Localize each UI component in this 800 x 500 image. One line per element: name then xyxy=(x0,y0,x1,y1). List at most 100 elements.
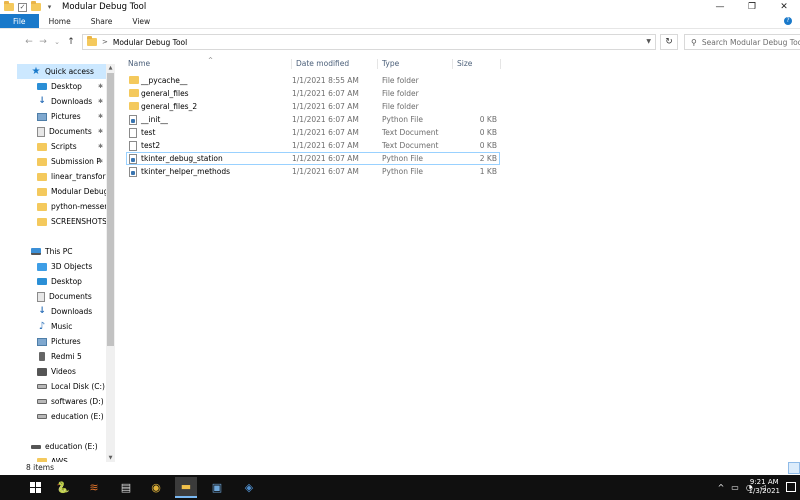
sidebar-item-redmi-5[interactable]: Redmi 5 xyxy=(17,349,115,364)
breadcrumb-current[interactable]: Modular Debug Tool xyxy=(113,38,187,47)
help-icon[interactable]: ? xyxy=(784,17,792,25)
scroll-down-arrow[interactable]: ▼ xyxy=(106,455,115,461)
sidebar-item-documents[interactable]: Documents xyxy=(17,289,115,304)
python-file-icon xyxy=(129,115,137,125)
file-row[interactable]: general_files 1/1/2021 6:07 AM File folder xyxy=(126,87,500,100)
sidebar-item-music[interactable]: ♪ Music xyxy=(17,319,115,334)
sidebar-item-aws[interactable]: AWS xyxy=(17,454,115,462)
desktop-icon xyxy=(37,278,47,285)
back-button[interactable]: ← xyxy=(22,37,36,47)
sidebar-item-education-e[interactable]: education (E:) xyxy=(17,439,115,454)
show-hidden-icons-chevron-icon[interactable]: ^ xyxy=(718,483,725,492)
maximize-button[interactable]: ❐ xyxy=(736,0,768,14)
file-name: general_files_2 xyxy=(141,102,198,111)
status-bar: 8 items xyxy=(0,462,800,474)
taskbar-photos-icon[interactable]: ▣ xyxy=(206,477,228,498)
sidebar-item-label: Pictures xyxy=(51,337,81,346)
sidebar-item-python-messeng[interactable]: python-messeng xyxy=(17,199,115,214)
sidebar-item-screenshots[interactable]: SCREENSHOTS xyxy=(17,214,115,229)
download-icon: ↓ xyxy=(38,306,46,316)
taskbar-pycharm-icon[interactable]: ≋ xyxy=(83,477,105,498)
folder-icon xyxy=(37,172,47,181)
chevron-down-icon[interactable]: ▼ xyxy=(646,38,651,45)
file-name: test2 xyxy=(141,141,161,150)
sidebar-item-3d-objects[interactable]: 3D Objects xyxy=(17,259,115,274)
documents-icon xyxy=(37,291,45,302)
sidebar-item-submission-p[interactable]: Submission P ✱ xyxy=(17,154,115,169)
taskbar-file-explorer-icon[interactable]: ▬ xyxy=(175,477,197,498)
sidebar-item-desktop[interactable]: Desktop xyxy=(17,274,115,289)
clock[interactable]: 9:21 AM 1/3/2021 xyxy=(749,478,780,496)
sidebar-scrollbar[interactable]: ▲ ▼ xyxy=(106,64,115,462)
sidebar-item-label: Redmi 5 xyxy=(51,352,82,361)
taskbar-word-document-icon[interactable]: ▤ xyxy=(115,477,137,498)
sidebar-item-pictures[interactable]: Pictures ✱ xyxy=(17,109,115,124)
sidebar-item-pictures[interactable]: Pictures xyxy=(17,334,115,349)
forward-button[interactable]: → xyxy=(36,37,50,47)
column-header-size[interactable]: Size xyxy=(452,59,472,69)
sidebar-item-downloads[interactable]: ↓ Downloads xyxy=(17,304,115,319)
properties-checkbox-icon[interactable]: ✓ xyxy=(18,2,27,12)
address-bar[interactable]: > Modular Debug Tool ▼ xyxy=(82,34,656,50)
sidebar-item-this-pc[interactable]: This PC xyxy=(17,244,115,259)
tab-file[interactable]: File xyxy=(0,14,39,28)
sidebar-item-linear-transform[interactable]: linear_transform xyxy=(17,169,115,184)
disk-icon xyxy=(37,399,47,404)
start-button[interactable] xyxy=(24,477,46,499)
sidebar-item-label: Downloads xyxy=(51,97,93,106)
file-row[interactable]: tkinter_debug_station 1/1/2021 6:07 AM Pyt… xyxy=(126,152,500,165)
windows-logo-icon xyxy=(35,482,41,487)
column-header-name[interactable]: Name ^ xyxy=(128,57,213,69)
sidebar-item-quick-access[interactable]: ★ Quick access xyxy=(17,64,115,79)
tab-view[interactable]: View xyxy=(122,14,160,28)
sidebar-item-desktop[interactable]: Desktop ✱ xyxy=(17,79,115,94)
python-file-icon xyxy=(129,167,137,177)
folder-icon xyxy=(129,89,139,97)
new-folder-icon[interactable] xyxy=(31,1,41,11)
taskbar-python-app-icon[interactable]: ◈ xyxy=(238,477,260,498)
sidebar-item-modular-debug[interactable]: Modular Debug xyxy=(17,184,115,199)
scrollbar-thumb[interactable] xyxy=(107,73,114,346)
sidebar-item-documents[interactable]: Documents ✱ xyxy=(17,124,115,139)
file-row[interactable]: test 1/1/2021 6:07 AM Text Document 0 KB xyxy=(126,126,500,139)
recent-locations-button[interactable]: ⌄ xyxy=(50,38,64,46)
sidebar-item-label: Documents xyxy=(49,292,92,301)
details-view-button[interactable] xyxy=(788,462,800,474)
file-row[interactable]: test2 1/1/2021 6:07 AM Text Document 0 KB xyxy=(126,139,500,152)
scroll-up-arrow[interactable]: ▲ xyxy=(106,65,115,71)
pin-icon: ✱ xyxy=(97,83,103,90)
breadcrumb-separator[interactable]: > xyxy=(102,38,108,46)
file-row[interactable]: __pycache__ 1/1/2021 8:55 AM File folder xyxy=(126,74,500,87)
file-row[interactable]: tkinter_helper_methods 1/1/2021 6:07 AM Py… xyxy=(126,165,500,178)
file-type: File folder xyxy=(382,89,419,98)
pin-icon: ✱ xyxy=(97,113,103,120)
sidebar-item-education-e[interactable]: education (E:) xyxy=(17,409,115,424)
desktop-icon xyxy=(37,83,47,90)
minimize-button[interactable]: — xyxy=(704,0,736,14)
sidebar-item-downloads[interactable]: ↓ Downloads ✱ xyxy=(17,94,115,109)
sidebar-item-local-disk-c[interactable]: Local Disk (C:) xyxy=(17,379,115,394)
taskbar-python-idle-icon[interactable]: 🐍 xyxy=(52,477,74,498)
sidebar-item-softwares-d[interactable]: softwares (D:) xyxy=(17,394,115,409)
tab-share[interactable]: Share xyxy=(81,14,123,28)
battery-icon[interactable]: ▭ xyxy=(731,483,739,492)
sidebar-item-videos[interactable]: Videos xyxy=(17,364,115,379)
search-input[interactable]: ⚲ Search Modular Debug Tool xyxy=(684,34,800,50)
column-header-type[interactable]: Type xyxy=(377,59,399,69)
pin-icon: ✱ xyxy=(97,158,103,165)
column-header-date[interactable]: Date modified xyxy=(291,59,349,69)
taskbar-chrome-icon[interactable]: ◉ xyxy=(145,477,167,498)
up-button[interactable]: ↑ xyxy=(64,37,78,47)
folder-icon xyxy=(4,1,14,11)
customize-toolbar-icon[interactable]: ▾ xyxy=(45,3,54,12)
close-button[interactable]: ✕ xyxy=(768,0,800,14)
text-file-icon xyxy=(129,128,137,138)
sidebar-item-label: education (E:) xyxy=(51,412,104,421)
file-row[interactable]: general_files_2 1/1/2021 6:07 AM File fold… xyxy=(126,100,500,113)
file-row[interactable]: __init__ 1/1/2021 6:07 AM Python File 0 KB xyxy=(126,113,500,126)
refresh-button[interactable]: ↻ xyxy=(660,34,678,50)
file-name: test xyxy=(141,128,156,137)
sidebar-item-scripts[interactable]: Scripts ✱ xyxy=(17,139,115,154)
notifications-icon[interactable] xyxy=(786,482,796,492)
tab-home[interactable]: Home xyxy=(39,14,81,28)
